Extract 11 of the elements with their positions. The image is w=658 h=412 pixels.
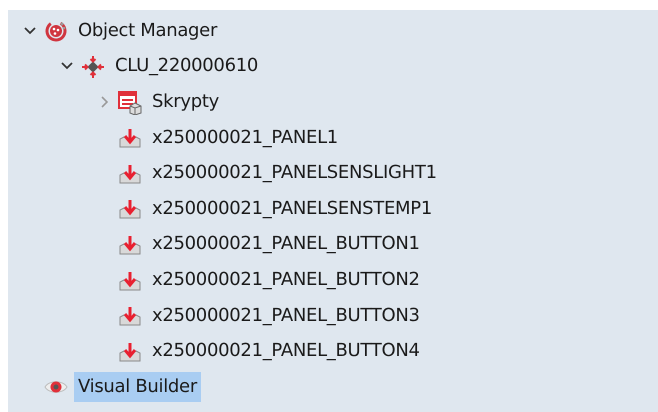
tree-item[interactable]: x250000021_PANEL_BUTTON4: [148, 336, 424, 366]
tree-item[interactable]: x250000021_PANEL_BUTTON1: [148, 229, 424, 260]
tree-item[interactable]: x250000021_PANEL_BUTTON2: [148, 264, 424, 295]
tree-item[interactable]: Object Manager: [74, 16, 222, 46]
tree-item[interactable]: x250000021_PANEL_BUTTON3: [148, 300, 424, 331]
tree-item[interactable]: Visual Builder: [74, 372, 201, 402]
tree-item[interactable]: x250000021_PANELSENSTEMP1: [148, 194, 436, 224]
tree-item[interactable]: CLU_220000610: [111, 51, 262, 82]
tree-item[interactable]: x250000021_PANEL1: [148, 122, 342, 153]
tree-item[interactable]: x250000021_PANELSENSLIGHT1: [148, 158, 441, 188]
tree-item[interactable]: Skrypty: [148, 86, 223, 117]
